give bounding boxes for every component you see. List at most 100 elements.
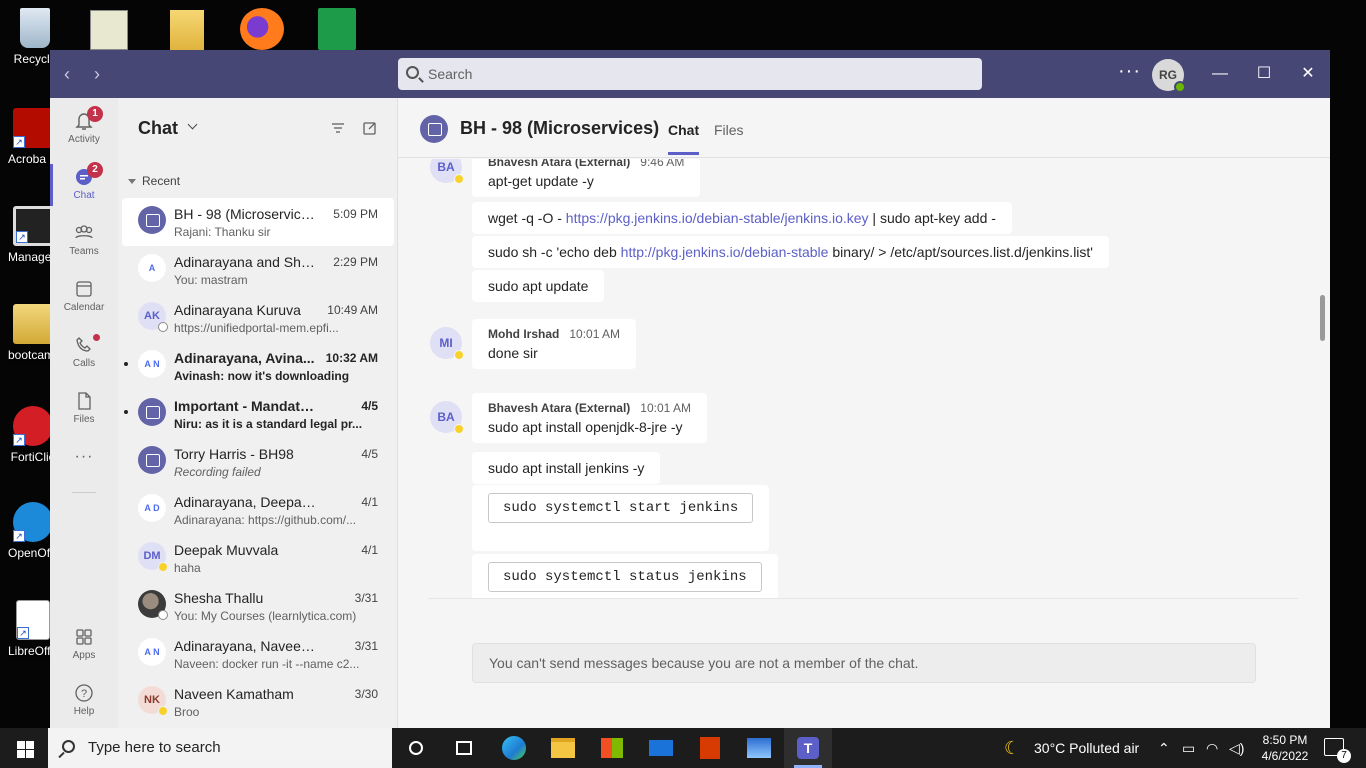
firefox-icon[interactable] [240,8,284,50]
store-icon [601,738,623,758]
rail-item-calls[interactable]: Calls [50,326,118,380]
rail-item-help[interactable]: ? Help [50,674,118,728]
minimize-button[interactable]: — [1208,62,1232,86]
chat-list-item[interactable]: Important - Mandatory ... 4/5 Niru: as i… [122,390,394,438]
chat-list-panel: Chat Recent BH - 98 (Microservices) 5:09… [118,98,398,728]
chat-list-item[interactable]: Torry Harris - BH98 4/5 Recording failed [122,438,394,486]
taskbar-teams[interactable]: T [784,728,832,768]
chat-list-item[interactable]: A D Adinarayana, Deepak, +2 4/1 Adinaray… [122,486,394,534]
forward-arrow-icon[interactable]: › [94,64,100,85]
photos-icon [747,738,771,758]
chat-main: BH - 98 (Microservices) Chat Files BA Bh… [398,98,1330,755]
volume-icon[interactable]: ◁) [1229,728,1244,768]
message-bubble[interactable]: wget -q -O - https://pkg.jenkins.io/debi… [472,202,1012,234]
forticlient-icon: ↗ [13,406,53,446]
chat-list-item[interactable]: DM Deepak Muvvala 4/1 haha [122,534,394,582]
tab-chat[interactable]: Chat [668,122,700,155]
message-link[interactable]: https://pkg.jenkins.io/debian-stable/jen… [566,210,869,226]
start-button[interactable] [0,728,48,768]
taskbar-mail[interactable] [637,728,685,768]
chat-list-item[interactable]: A N Adinarayana, Avina... 10:32 AM Avina… [122,342,394,390]
taskbar-search-input[interactable]: Type here to search [48,728,392,768]
taskbar-office[interactable] [686,728,734,768]
meeting-chat-icon [420,115,448,143]
group-avatar: A D [138,494,166,522]
weather-moon-icon[interactable]: ☾ [1004,728,1020,768]
message-bubble[interactable]: Mohd Irshad 10:01 AM done sir [472,319,637,369]
chat-list-item[interactable]: A Adinarayana and Shesha 2:29 PM You: ma… [122,246,394,294]
presence-away-icon [158,706,168,716]
weather-text[interactable]: 30°C Polluted air [1034,728,1139,768]
rail-item-chat[interactable]: 2 Chat [50,158,118,212]
calc-spreadsheet-icon[interactable] [318,8,356,50]
message-link[interactable]: http://pkg.jenkins.io/debian-stable [621,244,829,260]
message-bubble[interactable]: sudo systemctl start jenkins [472,485,770,551]
phone-icon [73,334,100,356]
more-apps-icon[interactable]: ··· [50,448,118,466]
chevron-down-icon[interactable] [187,119,198,130]
chat-list-title[interactable]: Chat [138,118,178,139]
edge-icon [502,736,526,760]
unread-dot [124,362,128,366]
meeting-chat-icon [138,446,166,474]
back-arrow-icon[interactable]: ‹ [64,64,70,85]
taskbar-store[interactable] [588,728,636,768]
presence-offline-icon [158,610,168,620]
taskbar-file-explorer[interactable] [539,728,587,768]
rail-item-files[interactable]: Files [50,382,118,436]
rail-item-teams[interactable]: Teams [50,214,118,268]
search-input[interactable]: Search [398,58,982,90]
close-button[interactable]: ✕ [1296,62,1320,86]
presence-away-icon [454,424,464,434]
presence-offline-icon [158,322,168,332]
taskbar-edge[interactable] [490,728,538,768]
message-bubble[interactable]: sudo apt update [472,270,605,302]
calls-notification-dot [93,334,100,341]
acrobat-icon: ↗ [13,108,53,148]
wifi-icon[interactable]: ◠ [1206,728,1218,768]
network-device-icon[interactable]: ▭ [1182,728,1195,768]
chevron-up-icon[interactable]: ⌃ [1158,728,1170,768]
office-icon [700,737,720,759]
message-bubble[interactable]: sudo systemctl status jenkins [472,554,778,599]
rail-divider [72,492,96,493]
more-options-icon[interactable]: ··· [1118,60,1141,83]
rail-item-apps[interactable]: Apps [50,618,118,672]
task-view-icon [456,741,472,755]
folder-icon[interactable] [170,10,204,50]
meeting-chat-icon [138,206,166,234]
taskbar-photos[interactable] [735,728,783,768]
filter-icon[interactable] [330,120,346,136]
chat-list-item[interactable]: AK Adinarayana Kuruva 10:49 AM https://u… [122,294,394,342]
rail-item-calendar[interactable]: Calendar [50,270,118,324]
cortana-button[interactable] [392,728,440,768]
profile-avatar[interactable]: RG [1152,59,1186,93]
meeting-chat-icon [138,398,166,426]
recent-section-header[interactable]: Recent [128,174,180,188]
bell-icon: 1 [73,106,103,132]
presence-available-icon [1174,81,1186,93]
message-bubble[interactable]: Bhavesh Atara (External) 10:01 AM sudo ap… [472,393,707,443]
chat-list-item[interactable]: A N Adinarayana, Naveen, +2 3/31 Naveen:… [122,630,394,678]
rail-item-activity[interactable]: 1 Activity [50,102,118,156]
notifications-icon[interactable]: 7 [1324,738,1351,763]
divider [428,598,1298,599]
tab-files[interactable]: Files [714,122,744,138]
message-bubble[interactable]: sudo apt install jenkins -y [472,452,661,484]
chat-list-item[interactable]: NK Naveen Kamatham 3/30 Broo [122,678,394,726]
notification-count: 7 [1337,749,1351,763]
scrollbar-thumb[interactable] [1320,295,1325,341]
presence-away-icon [454,174,464,184]
presence-away-icon [158,562,168,572]
maximize-button[interactable]: ☐ [1252,62,1276,86]
notepad-plus-icon[interactable] [90,10,128,50]
task-view-button[interactable] [440,728,488,768]
chat-list-item[interactable]: Shesha Thallu 3/31 You: My Courses (lear… [122,582,394,630]
group-avatar: A [138,254,166,282]
system-clock[interactable]: 8:50 PM 4/6/2022 [1254,732,1316,764]
message-bubble[interactable]: sudo sh -c 'echo deb http://pkg.jenkins.… [472,236,1109,268]
message-bubble[interactable]: Bhavesh Atara (External) 9:46 AM apt-get … [472,159,701,197]
libreoffice-icon: ↗ [16,600,50,640]
chat-list-item[interactable]: BH - 98 (Microservices) 5:09 PM Rajani: … [122,198,394,246]
new-chat-icon[interactable] [362,120,378,136]
